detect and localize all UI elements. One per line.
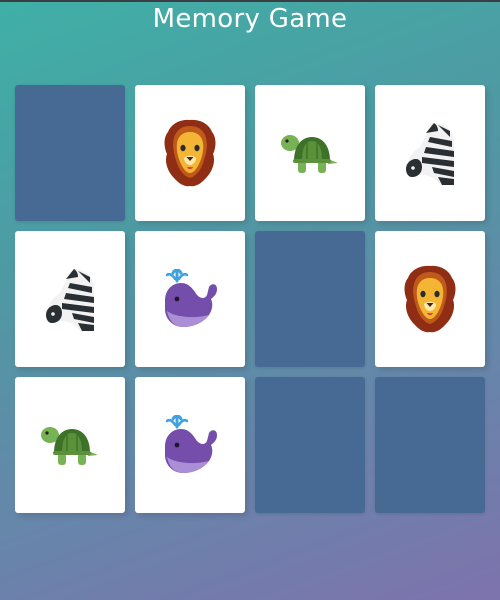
card-face-up[interactable] [255, 85, 365, 221]
turtle-icon [40, 421, 100, 469]
whale-icon [163, 269, 217, 329]
card-face-down[interactable] [15, 85, 125, 221]
lion-icon [164, 118, 216, 188]
card-face-up[interactable] [135, 85, 245, 221]
lion-icon [404, 264, 456, 334]
card-face-up[interactable] [375, 231, 485, 367]
card-face-down[interactable] [255, 377, 365, 513]
card-face-up[interactable] [15, 377, 125, 513]
turtle-icon [280, 129, 340, 177]
whale-icon [163, 415, 217, 475]
card-face-up[interactable] [375, 85, 485, 221]
card-face-down[interactable] [255, 231, 365, 367]
card-face-up[interactable] [135, 377, 245, 513]
card-face-down[interactable] [375, 377, 485, 513]
top-edge [0, 0, 500, 2]
card-face-up[interactable] [15, 231, 125, 367]
card-face-up[interactable] [135, 231, 245, 367]
page-title: Memory Game [152, 4, 348, 34]
card-grid [15, 85, 485, 513]
zebra-icon [404, 119, 456, 187]
zebra-icon [44, 265, 96, 333]
